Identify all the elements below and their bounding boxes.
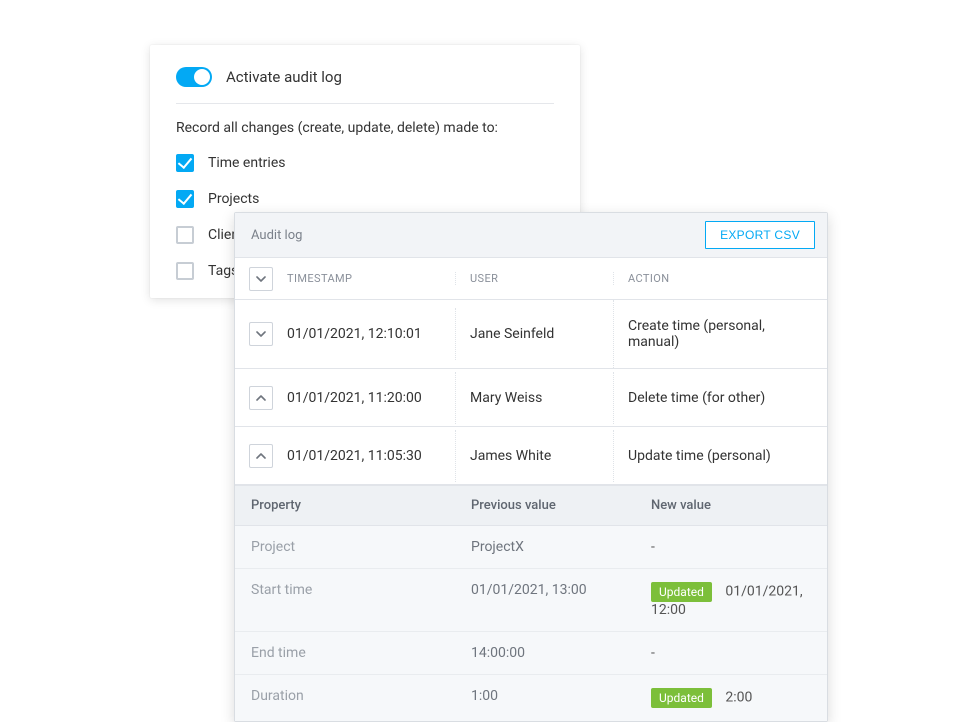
cell-action: Delete time (for other) (613, 372, 827, 424)
detail-row: Duration 1:00 Updated 2:00 (235, 675, 827, 721)
detail-property: End time (235, 632, 455, 674)
expand-all[interactable] (235, 267, 287, 291)
chevron-up-icon (256, 395, 266, 401)
detail-col-previous: Previous value (455, 486, 635, 525)
toggle-knob (194, 69, 210, 85)
detail-row: End time 14:00:00 - (235, 632, 827, 675)
expand-row-button[interactable] (249, 444, 273, 468)
detail-new: Updated 2:00 (635, 675, 827, 721)
detail-col-property: Property (235, 486, 455, 525)
option-time-entries[interactable]: Time entries (176, 154, 554, 172)
chevron-up-icon (256, 453, 266, 459)
cell-timestamp: 01/01/2021, 11:20:00 (287, 372, 455, 424)
detail-property: Duration (235, 675, 455, 721)
detail-new-value: 2:00 (725, 690, 752, 706)
expand-all-button[interactable] (249, 267, 273, 291)
activate-audit-toggle[interactable] (176, 67, 212, 87)
audit-log-panel: Audit log EXPORT CSV TIMESTAMP USER ACTI… (234, 212, 828, 722)
checkbox-tags[interactable] (176, 262, 194, 280)
expand-row-button[interactable] (249, 386, 273, 410)
detail-new-value: - (651, 539, 655, 555)
checkbox-projects[interactable] (176, 190, 194, 208)
row-expand[interactable] (235, 444, 287, 468)
settings-description: Record all changes (create, update, dele… (176, 120, 554, 136)
expand-row-button[interactable] (249, 322, 273, 346)
cell-user: Mary Weiss (455, 372, 613, 424)
row-expand[interactable] (235, 322, 287, 346)
cell-action: Update time (personal) (613, 430, 827, 482)
detail-property: Project (235, 526, 455, 568)
detail-new: - (635, 632, 827, 674)
updated-badge: Updated (651, 688, 712, 708)
row-expand[interactable] (235, 386, 287, 410)
audit-columns-row: TIMESTAMP USER ACTION (235, 258, 827, 300)
cell-action: Create time (personal, manual) (613, 300, 827, 368)
cell-timestamp: 01/01/2021, 11:05:30 (287, 430, 455, 482)
detail-previous: 01/01/2021, 13:00 (455, 569, 635, 631)
detail-new: - (635, 526, 827, 568)
activate-audit-label: Activate audit log (226, 68, 342, 86)
cell-timestamp: 01/01/2021, 12:10:01 (287, 308, 455, 360)
cell-user: James White (455, 430, 613, 482)
col-header-timestamp: TIMESTAMP (287, 272, 455, 285)
chevron-down-icon (256, 276, 266, 282)
audit-log-header: Audit log EXPORT CSV (235, 213, 827, 258)
audit-row: 01/01/2021, 11:05:30 James White Update … (235, 427, 827, 485)
audit-detail: Property Previous value New value Projec… (235, 485, 827, 721)
settings-header: Activate audit log (176, 67, 554, 104)
detail-row: Project ProjectX - (235, 526, 827, 569)
detail-previous: ProjectX (455, 526, 635, 568)
col-header-user: USER (455, 272, 613, 285)
audit-log-title: Audit log (251, 228, 302, 243)
detail-row: Start time 01/01/2021, 13:00 Updated 01/… (235, 569, 827, 632)
option-label: Time entries (208, 155, 285, 171)
detail-col-new: New value (635, 486, 827, 525)
col-header-action: ACTION (613, 272, 827, 285)
detail-previous: 14:00:00 (455, 632, 635, 674)
option-projects[interactable]: Projects (176, 190, 554, 208)
detail-new-value: - (651, 645, 655, 661)
export-csv-button[interactable]: EXPORT CSV (705, 221, 815, 249)
option-label: Projects (208, 191, 259, 207)
cell-user: Jane Seinfeld (455, 308, 613, 360)
detail-header: Property Previous value New value (235, 485, 827, 526)
audit-row: 01/01/2021, 11:20:00 Mary Weiss Delete t… (235, 369, 827, 427)
checkbox-clients[interactable] (176, 226, 194, 244)
chevron-down-icon (256, 331, 266, 337)
detail-property: Start time (235, 569, 455, 631)
checkbox-time-entries[interactable] (176, 154, 194, 172)
updated-badge: Updated (651, 582, 712, 602)
detail-previous: 1:00 (455, 675, 635, 721)
detail-new: Updated 01/01/2021, 12:00 (635, 569, 827, 631)
audit-row: 01/01/2021, 12:10:01 Jane Seinfeld Creat… (235, 300, 827, 369)
